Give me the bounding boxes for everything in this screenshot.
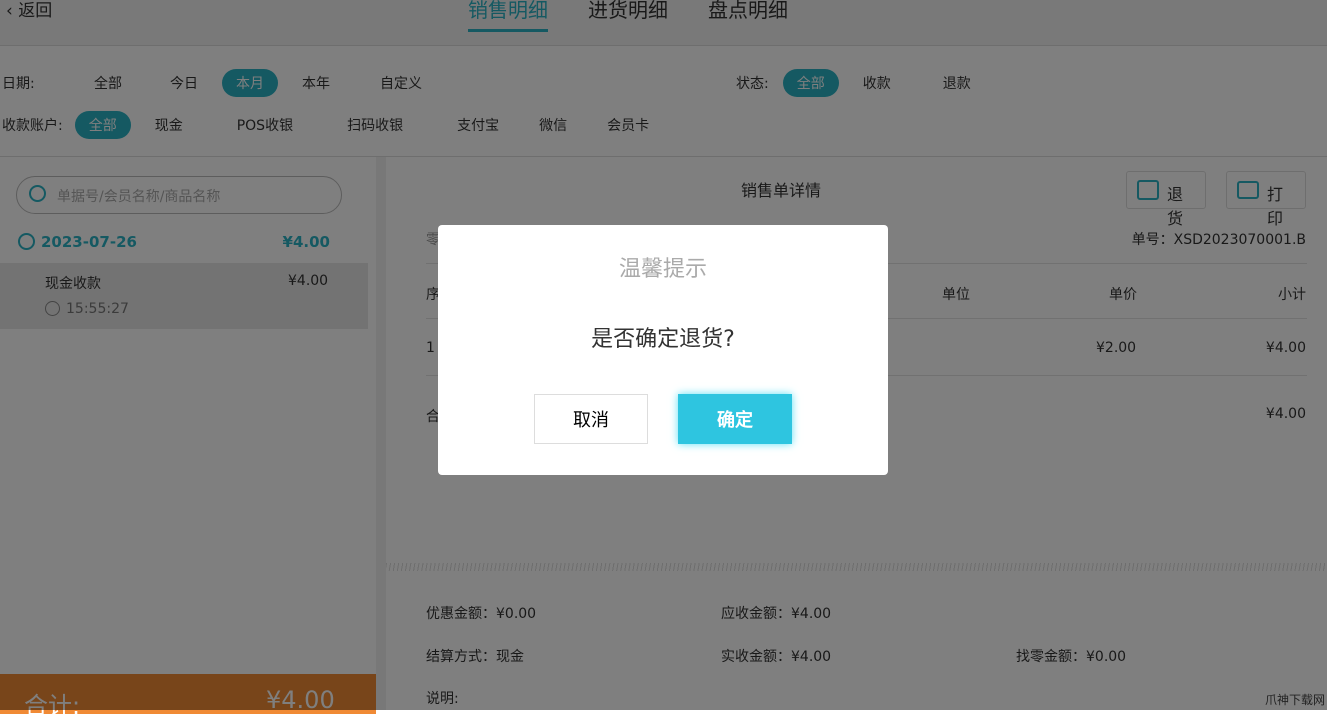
cancel-button[interactable]: 取消 xyxy=(534,394,648,444)
dialog-title: 温馨提示 xyxy=(618,257,707,282)
confirm-dialog: 温馨提示 是否确定退货? 取消 确定 xyxy=(438,225,888,475)
watermark: 爪神下载网 xyxy=(1264,693,1325,707)
dialog-message: 是否确定退货? xyxy=(591,327,735,352)
confirm-button[interactable]: 确定 xyxy=(678,394,792,444)
